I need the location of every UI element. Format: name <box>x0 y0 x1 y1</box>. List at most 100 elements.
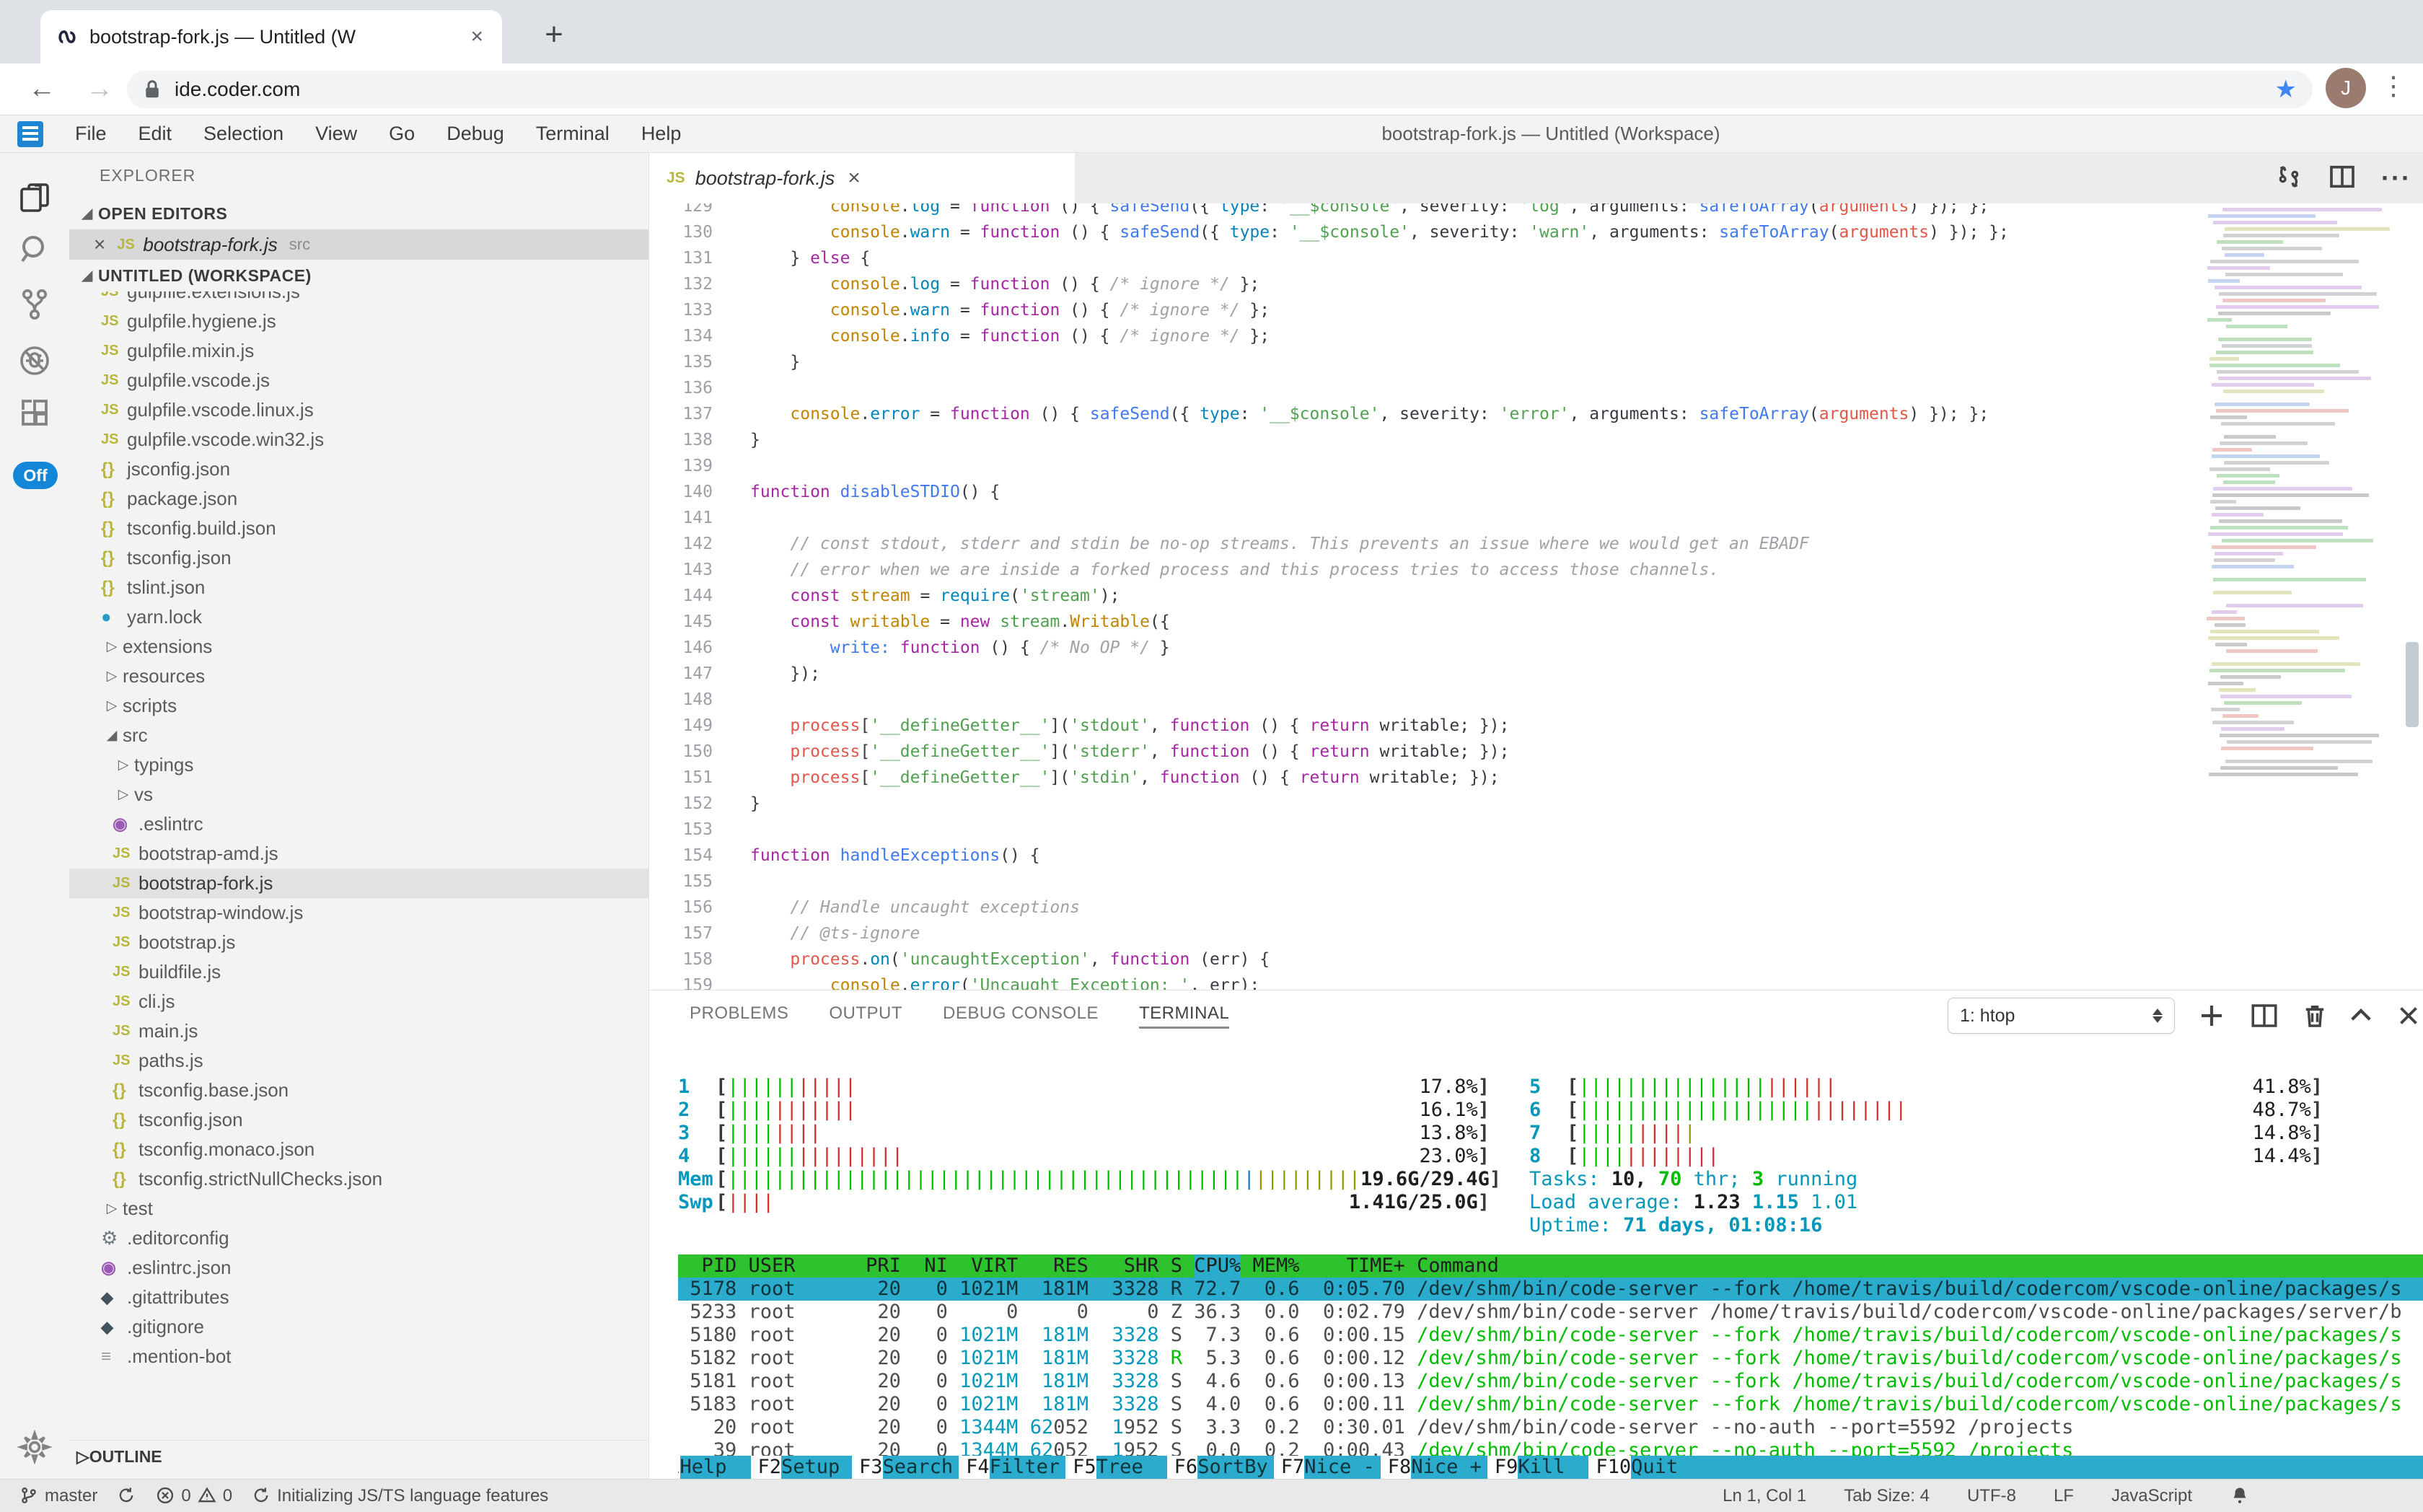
browser-menu-icon[interactable]: ⋮ <box>2380 71 2406 101</box>
more-actions-icon[interactable]: ··· <box>2381 163 2411 193</box>
tab-close-icon[interactable]: × <box>466 25 488 49</box>
fkey-label[interactable]: Kill <box>1518 1456 1588 1479</box>
source-control-icon[interactable] <box>17 287 52 322</box>
tree-item-yarn.lock[interactable]: ●yarn.lock <box>69 602 648 632</box>
process-row[interactable]: 5180 root 20 0 1021M 181M 3328 S 7.3 0.6… <box>678 1324 2423 1347</box>
status-utf-8[interactable]: UTF-8 <box>1967 1486 2016 1506</box>
tree-item-.mention-bot[interactable]: ≡.mention-bot <box>69 1342 648 1371</box>
tree-item-buildfile.js[interactable]: JSbuildfile.js <box>69 957 648 987</box>
tree-item-package.json[interactable]: {}package.json <box>69 484 648 514</box>
process-row[interactable]: 5182 root 20 0 1021M 181M 3328 R 5.3 0.6… <box>678 1347 2423 1370</box>
tree-item-tsconfig.strictNullChecks.json[interactable]: {}tsconfig.strictNullChecks.json <box>69 1164 648 1194</box>
tree-item-typings[interactable]: ▷typings <box>69 750 648 780</box>
tree-item-main.js[interactable]: JSmain.js <box>69 1016 648 1046</box>
menu-help[interactable]: Help <box>625 123 698 145</box>
problems-indicator[interactable]: 0 0 <box>155 1485 232 1507</box>
fkey-f7[interactable]: F7 <box>1274 1456 1305 1479</box>
tree-item-tsconfig.json[interactable]: {}tsconfig.json <box>69 543 648 573</box>
tree-item-gulpfile.vscode.win32.js[interactable]: JSgulpfile.vscode.win32.js <box>69 425 648 454</box>
split-editor-icon[interactable] <box>2328 162 2357 195</box>
tree-item-.gitattributes[interactable]: ◆.gitattributes <box>69 1283 648 1312</box>
fkey-label[interactable]: Nice - <box>1304 1456 1381 1479</box>
tree-item-jsconfig.json[interactable]: {}jsconfig.json <box>69 454 648 484</box>
editor-scrollbar[interactable] <box>2406 642 2419 727</box>
terminal[interactable]: 1[|||||||||||17.8%]2[|||||||||||16.1%]3[… <box>678 1041 2423 1479</box>
tree-item-gulpfile.vscode.linux.js[interactable]: JSgulpfile.vscode.linux.js <box>69 395 648 425</box>
fkey-f8[interactable]: F8 <box>1381 1456 1412 1479</box>
open-editor-item[interactable]: × JS bootstrap-fork.js src <box>69 229 648 260</box>
menu-terminal[interactable]: Terminal <box>520 123 625 145</box>
htop-table-header[interactable]: PID USER PRI NI VIRT RES SHR S CPU% MEM%… <box>678 1254 2423 1278</box>
close-icon[interactable]: × <box>94 233 105 256</box>
status-lf[interactable]: LF <box>2054 1486 2074 1506</box>
tree-item-src[interactable]: ◢src <box>69 721 648 750</box>
tree-item-tsconfig.base.json[interactable]: {}tsconfig.base.json <box>69 1076 648 1105</box>
process-row[interactable]: 5183 root 20 0 1021M 181M 3328 S 4.0 0.6… <box>678 1393 2423 1416</box>
new-terminal-icon[interactable] <box>2196 1001 2228 1032</box>
code-editor[interactable]: 129 console.log = function () { safeSend… <box>649 203 2423 990</box>
avatar[interactable]: J <box>2326 68 2366 108</box>
tree-item-gulpfile.mixin.js[interactable]: JSgulpfile.mixin.js <box>69 336 648 366</box>
minimap[interactable] <box>2207 208 2397 785</box>
tree-item-gulpfile.hygiene.js[interactable]: JSgulpfile.hygiene.js <box>69 307 648 336</box>
address-bar[interactable]: ide.coder.com ★ <box>127 71 2313 108</box>
terminal-select[interactable]: 1: htop <box>1948 998 2175 1034</box>
kill-terminal-icon[interactable] <box>2300 1001 2331 1032</box>
back-icon[interactable]: ← <box>26 74 58 105</box>
editor-tab[interactable]: JS bootstrap-fork.js × <box>649 153 1075 203</box>
browser-tab[interactable]: bootstrap-fork.js — Untitled (W × <box>40 10 502 63</box>
tree-item-tsconfig.build.json[interactable]: {}tsconfig.build.json <box>69 514 648 543</box>
tree-item-bootstrap.js[interactable]: JSbootstrap.js <box>69 928 648 957</box>
fkey-label[interactable]: Tree <box>1096 1456 1167 1479</box>
process-row[interactable]: 5233 root 20 0 0 0 0 Z 36.3 0.0 0:02.79 … <box>678 1301 2423 1324</box>
tree-item-bootstrap-window.js[interactable]: JSbootstrap-window.js <box>69 898 648 928</box>
menu-debug[interactable]: Debug <box>431 123 520 145</box>
fkey-label[interactable]: Quit <box>1631 1456 2423 1479</box>
tree-item-.eslintrc[interactable]: ◉.eslintrc <box>69 809 648 839</box>
tree-item-bootstrap-amd.js[interactable]: JSbootstrap-amd.js <box>69 839 648 869</box>
split-terminal-icon[interactable] <box>2249 1001 2281 1032</box>
sync-button[interactable] <box>116 1485 136 1507</box>
fkey-f10[interactable]: F10 <box>1588 1456 1631 1479</box>
tree-item-resources[interactable]: ▷resources <box>69 662 648 691</box>
fkey-label[interactable]: Help <box>680 1456 751 1479</box>
menu-file[interactable]: File <box>59 123 123 145</box>
toggle-layout-icon[interactable] <box>2274 162 2303 195</box>
fkey-f4[interactable]: F4 <box>959 1456 990 1479</box>
forward-icon[interactable]: → <box>84 74 115 105</box>
process-row[interactable]: 5178 root 20 0 1021M 181M 3328 R 72.7 0.… <box>678 1278 2423 1301</box>
tree-item-bootstrap-fork.js[interactable]: JSbootstrap-fork.js <box>69 869 648 898</box>
tree-item-cli.js[interactable]: JScli.js <box>69 987 648 1016</box>
tree-item-paths.js[interactable]: JSpaths.js <box>69 1046 648 1076</box>
fkey-f6[interactable]: F6 <box>1167 1456 1198 1479</box>
tree-item-.editorconfig[interactable]: ⚙.editorconfig <box>69 1223 648 1253</box>
fkey-label[interactable]: Setup <box>781 1456 852 1479</box>
panel-tab-output[interactable]: OUTPUT <box>829 1003 902 1029</box>
settings-gear-icon[interactable] <box>17 1430 52 1464</box>
status-javascript[interactable]: JavaScript <box>2111 1486 2192 1506</box>
fkey-f5[interactable]: F5 <box>1065 1456 1096 1479</box>
fkey-label[interactable]: Search <box>883 1456 959 1479</box>
tree-item-.eslintrc.json[interactable]: ◉.eslintrc.json <box>69 1253 648 1283</box>
process-row[interactable]: 5181 root 20 0 1021M 181M 3328 S 4.6 0.6… <box>678 1370 2423 1393</box>
tree-item-tsconfig.json[interactable]: {}tsconfig.json <box>69 1105 648 1135</box>
open-editors-section[interactable]: ◢ OPEN EDITORS <box>69 198 648 229</box>
status-ln-1-col-1[interactable]: Ln 1, Col 1 <box>1723 1486 1806 1506</box>
panel-tab-problems[interactable]: PROBLEMS <box>690 1003 788 1029</box>
bookmark-star-icon[interactable]: ★ <box>2275 75 2297 104</box>
tree-item-vs[interactable]: ▷vs <box>69 780 648 809</box>
new-tab-button[interactable]: + <box>534 16 574 56</box>
menu-go[interactable]: Go <box>373 123 431 145</box>
fkey-f3[interactable]: F3 <box>852 1456 883 1479</box>
menu-view[interactable]: View <box>299 123 373 145</box>
tree-item-scripts[interactable]: ▷scripts <box>69 691 648 721</box>
tree-item-test[interactable]: ▷test <box>69 1194 648 1223</box>
tree-item-gulpfile.vscode.js[interactable]: JSgulpfile.vscode.js <box>69 366 648 395</box>
menu-selection[interactable]: Selection <box>188 123 299 145</box>
fkey-f9[interactable]: F9 <box>1487 1456 1518 1479</box>
fkey-label[interactable]: SortBy <box>1197 1456 1274 1479</box>
close-panel-icon[interactable] <box>2393 1001 2423 1032</box>
fkey-label[interactable]: Filter <box>990 1456 1066 1479</box>
tree-item-tslint.json[interactable]: {}tslint.json <box>69 573 648 602</box>
tab-close-icon[interactable]: × <box>848 166 861 190</box>
